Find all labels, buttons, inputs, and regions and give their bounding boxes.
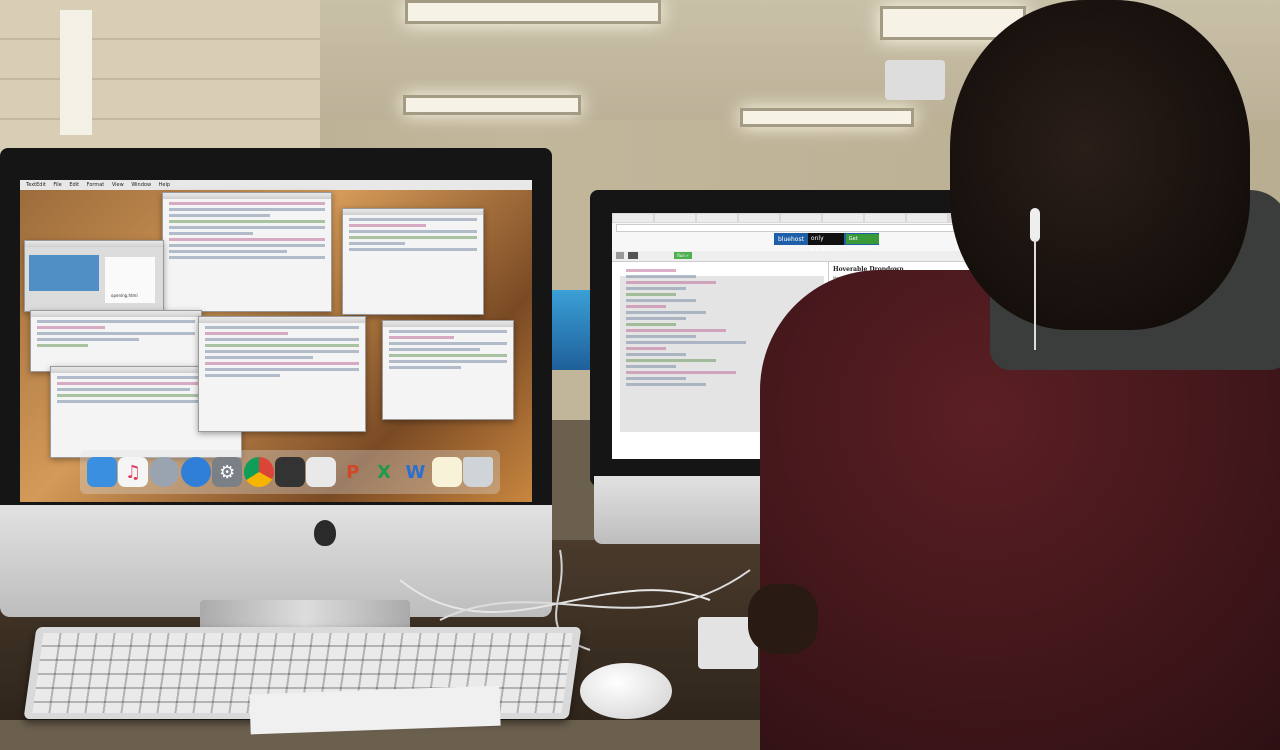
run-button[interactable]: Run » [674, 252, 692, 259]
menubar-item[interactable]: File [53, 182, 61, 188]
powerpoint-icon[interactable]: P [338, 457, 368, 487]
menubar-item[interactable]: Window [131, 182, 151, 188]
ad-cta-button[interactable]: Get Started [845, 234, 879, 252]
mouse[interactable] [580, 663, 672, 719]
browser-tab[interactable] [865, 214, 905, 222]
safari-icon[interactable] [180, 457, 211, 487]
menubar-item[interactable]: Edit [69, 182, 79, 188]
textedit-window-1[interactable] [162, 192, 332, 312]
wall-paper-sign [60, 10, 92, 135]
inkscape-icon[interactable] [274, 457, 305, 487]
mac-dock: ♫ ⚙ P X W [80, 450, 500, 494]
browser-tab[interactable] [655, 214, 695, 222]
finder-icon[interactable] [86, 457, 117, 487]
word-icon[interactable]: W [400, 457, 430, 487]
browser-tab[interactable] [823, 214, 863, 222]
person-head [950, 0, 1250, 330]
ceiling-light-3 [740, 108, 914, 127]
editor-toolbar: Run » [612, 251, 984, 262]
earbud-cord [1034, 240, 1036, 350]
chrome-icon[interactable] [243, 457, 274, 487]
apple-logo-icon [314, 520, 336, 546]
ceiling-light-2 [403, 95, 581, 115]
ad-price: only $2.95 [807, 233, 844, 254]
browser-tab[interactable] [907, 214, 947, 222]
left-imac-screen: TextEdit File Edit Format View Window He… [20, 180, 532, 502]
textedit-window-5[interactable] [382, 320, 514, 420]
layout-icon[interactable] [628, 252, 638, 259]
menubar-item[interactable]: TextEdit [26, 182, 46, 188]
launchpad-icon[interactable] [149, 457, 180, 487]
bluehost-ad-banner[interactable]: bluehost only $2.95 Get Started [774, 233, 879, 254]
system-preferences-icon[interactable]: ⚙ [212, 457, 243, 487]
url-bar[interactable] [616, 224, 980, 232]
ceiling-projector [885, 60, 945, 100]
textedit-window-2[interactable] [342, 208, 484, 315]
menubar-item[interactable]: View [112, 182, 124, 188]
mac-menubar: TextEdit File Edit Format View Window He… [20, 180, 532, 190]
textedit-window-4[interactable] [198, 316, 366, 432]
browser-tab-strip [612, 213, 984, 223]
ad-brand: bluehost [778, 235, 804, 243]
paper-sheet [249, 685, 501, 735]
earbud [1030, 208, 1040, 242]
excel-icon[interactable]: X [369, 457, 399, 487]
browser-tab[interactable] [613, 214, 653, 222]
notes-icon[interactable] [431, 457, 462, 487]
trash-icon[interactable] [463, 457, 494, 487]
preview-thumbnail-window[interactable]: opening.html [24, 240, 164, 312]
ceiling-light-1 [405, 0, 661, 24]
person-hand [748, 584, 818, 654]
calculator-icon[interactable] [306, 457, 337, 487]
finder-window[interactable] [30, 310, 202, 372]
thumbnail-caption: opening.html [111, 293, 138, 298]
home-icon[interactable] [616, 252, 624, 259]
menubar-item[interactable]: Format [87, 182, 105, 188]
menubar-item[interactable]: Help [159, 182, 170, 188]
browser-tab[interactable] [697, 214, 737, 222]
browser-tab[interactable] [739, 214, 779, 222]
itunes-icon[interactable]: ♫ [118, 457, 149, 487]
browser-tab[interactable] [781, 214, 821, 222]
